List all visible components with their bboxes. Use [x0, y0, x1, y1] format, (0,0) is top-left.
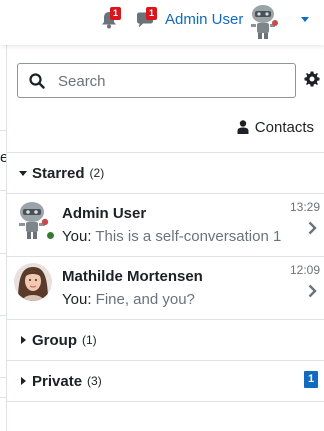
contacts-link[interactable]: Contacts	[237, 117, 314, 137]
message-count-badge: 1	[146, 7, 157, 20]
robot-avatar-icon	[19, 202, 49, 239]
section-starred-header[interactable]: Starred (2)	[19, 163, 104, 183]
notification-count-badge: 1	[110, 7, 121, 20]
top-navbar: 1 1 Admin User	[0, 0, 324, 45]
section-starred-count: (2)	[89, 166, 105, 180]
user-avatar[interactable]	[246, 3, 280, 41]
section-group-count: (1)	[82, 333, 97, 347]
section-private-label: Private	[32, 372, 83, 390]
caret-right-icon	[21, 336, 26, 344]
conversation-time: 12:09	[289, 263, 320, 277]
section-group-label: Group	[32, 331, 77, 349]
conversation-preview: You: Fine, and you?	[62, 291, 195, 308]
caret-right-icon	[21, 377, 26, 385]
contacts-label: Contacts	[254, 118, 314, 136]
robot-avatar-icon	[251, 5, 278, 39]
conversation-name: Admin User	[62, 205, 147, 222]
gear-icon[interactable]	[304, 71, 320, 87]
caret-down-icon	[19, 170, 27, 176]
conversation-preview: You: This is a self-conversation 1	[62, 228, 282, 245]
user-menu-caret-icon[interactable]	[301, 17, 309, 22]
section-group-header[interactable]: Group (1)	[19, 330, 97, 350]
user-menu-name[interactable]: Admin User	[165, 11, 243, 28]
notifications-button[interactable]: 1	[99, 7, 121, 30]
section-private-count: (3)	[87, 374, 102, 388]
messages-button[interactable]: 1	[135, 7, 157, 30]
conversation-time: 13:29	[289, 200, 320, 214]
section-private-header[interactable]: Private (3)	[19, 371, 102, 391]
user-photo-avatar	[14, 263, 52, 301]
chevron-right-icon	[308, 221, 317, 235]
conversation-item[interactable]: Admin User You: This is a self-conversat…	[7, 194, 324, 256]
user-icon	[237, 120, 249, 134]
conversation-name: Mathilde Mortensen	[62, 268, 203, 285]
private-unread-badge: 1	[304, 371, 318, 388]
online-status-dot	[46, 231, 55, 240]
message-drawer: Contacts Starred (2) Admin User You: Thi…	[6, 45, 324, 431]
search-input[interactable]	[58, 70, 283, 92]
search-icon	[29, 73, 45, 89]
section-starred-label: Starred	[32, 164, 85, 182]
chevron-right-icon	[308, 284, 317, 298]
conversation-item[interactable]: Mathilde Mortensen You: Fine, and you? 1…	[7, 257, 324, 319]
search-field[interactable]	[17, 63, 296, 98]
